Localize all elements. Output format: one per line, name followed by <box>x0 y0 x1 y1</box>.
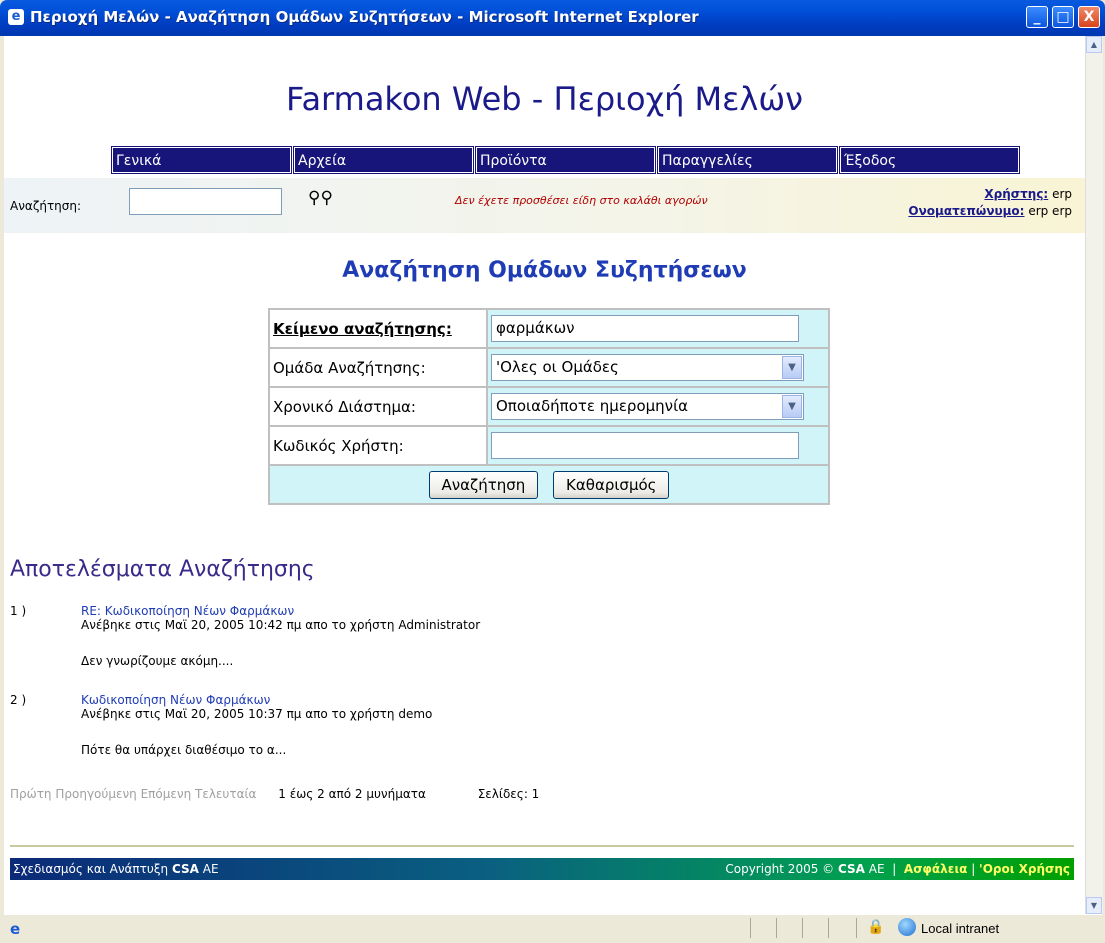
main-nav: Γενικά Αρχεία Προϊόντα Παραγγελίες Έξοδο… <box>111 146 1022 174</box>
user-code-input[interactable] <box>491 432 799 459</box>
site-title: Farmakon Web - Περιοχή Μελών <box>285 80 804 118</box>
nav-item-files[interactable]: Αρχεία <box>293 146 474 174</box>
result-meta: Ανέβηκε στις Μαϊ 20, 2005 10:37 πμ απο τ… <box>81 707 433 721</box>
nav-item-orders[interactable]: Παραγγελίες <box>657 146 838 174</box>
fullname-label[interactable]: Ονοματεπώνυμο: <box>908 204 1024 218</box>
pager-next: Επόμενη <box>140 787 192 801</box>
close-button[interactable]: X <box>1078 6 1100 28</box>
pager: Πρώτη Προηγούμενη Επόμενη Τελευταία 1 έω… <box>10 787 539 801</box>
terms-link[interactable]: 'Οροι Χρήσης <box>979 862 1070 876</box>
search-input[interactable] <box>129 188 282 215</box>
pager-prev: Προηγούμενη <box>55 787 137 801</box>
search-form: Κείμενο αναζήτησης: φαρμάκων Ομάδα Αναζή… <box>268 308 830 505</box>
window-titlebar: e Περιοχή Μελών - Αναζήτηση Ομάδων Συζητ… <box>0 0 1105 36</box>
footer-design: Σχεδιασμός και Ανάπτυξη CSA AE <box>13 862 219 876</box>
search-text-input[interactable]: φαρμάκων <box>491 315 799 342</box>
cart-message: Δεν έχετε προσθέσει είδη στο καλάθι αγορ… <box>455 194 708 207</box>
pager-last: Τελευταία <box>195 787 257 801</box>
ie-icon: e <box>8 9 24 25</box>
pager-count: 1 έως 2 από 2 μυνήματα <box>278 787 426 801</box>
results-title: Αποτελέσματα Αναζήτησης <box>10 557 315 582</box>
form-title: Αναζήτηση Ομάδων Συζητήσεων <box>342 258 747 283</box>
chevron-down-icon[interactable]: ▼ <box>782 356 802 379</box>
scroll-up-icon[interactable]: ▲ <box>1086 36 1102 53</box>
status-separator <box>802 918 803 938</box>
result-number: 2 ) <box>10 693 27 707</box>
vertical-scrollbar[interactable]: ▲ ▼ <box>1085 36 1103 914</box>
group-select[interactable]: 'Ολες οι Ομάδες ▼ <box>491 354 804 381</box>
divider <box>10 845 1074 847</box>
maximize-button[interactable]: □ <box>1052 6 1074 28</box>
lock-icon: 🔒 <box>867 919 885 935</box>
nav-item-products[interactable]: Προϊόντα <box>475 146 656 174</box>
result-snippet: Δεν γνωρίζουμε ακόμη.... <box>81 654 234 668</box>
minimize-button[interactable]: _ <box>1026 6 1048 28</box>
result-meta: Ανέβηκε στις Μαϊ 20, 2005 10:42 πμ απο τ… <box>81 618 481 632</box>
binoculars-icon[interactable]: ⚲⚲ <box>308 188 333 208</box>
user-value: erp <box>1052 187 1072 201</box>
footer: Σχεδιασμός και Ανάπτυξη CSA AE Copyright… <box>10 858 1074 880</box>
period-label: Χρονικό Διάστημα: <box>269 387 487 426</box>
security-zone: Local intranet <box>921 921 1000 936</box>
form-buttons: Αναζήτηση Καθαρισμός <box>269 465 829 504</box>
result-snippet: Πότε θα υπάρχει διαθέσιμο το α... <box>81 743 287 757</box>
page-viewport: Farmakon Web - Περιοχή Μελών Γενικά Αρχε… <box>4 36 1085 914</box>
result-link[interactable]: Κωδικοποίηση Νέων Φαρμάκων <box>81 693 981 707</box>
info-bar: Αναζήτηση: ⚲⚲ Δεν έχετε προσθέσει είδη σ… <box>4 178 1085 233</box>
ie-page-icon: e <box>10 920 21 938</box>
status-separator <box>856 918 857 938</box>
user-label[interactable]: Χρήστης: <box>984 187 1048 201</box>
intranet-icon <box>898 918 916 936</box>
security-link[interactable]: Ασφάλεια <box>904 862 967 876</box>
window-title: Περιοχή Μελών - Αναζήτηση Ομάδων Συζητήσ… <box>30 8 699 26</box>
chevron-down-icon[interactable]: ▼ <box>782 395 802 418</box>
status-separator <box>776 918 777 938</box>
clear-button[interactable]: Καθαρισμός <box>553 470 670 499</box>
nav-item-general[interactable]: Γενικά <box>111 146 292 174</box>
fullname-value: erp erp <box>1028 204 1072 218</box>
group-label: Ομάδα Αναζήτησης: <box>269 348 487 387</box>
period-select-value: Οποιαδήποτε ημερομηνία <box>496 397 689 415</box>
search-label: Αναζήτηση: <box>10 199 82 213</box>
search-text-label: Κείμενο αναζήτησης: <box>269 309 487 348</box>
pager-first: Πρώτη <box>10 787 52 801</box>
result-number: 1 ) <box>10 604 27 618</box>
group-select-value: 'Ολες οι Ομάδες <box>496 358 619 376</box>
period-select[interactable]: Οποιαδήποτε ημερομηνία ▼ <box>491 393 804 420</box>
footer-copyright: Copyright 2005 © CSA AE | Ασφάλεια | 'Ορ… <box>725 862 1070 876</box>
result-link[interactable]: RE: Κωδικοποίηση Νέων Φαρμάκων <box>81 604 981 618</box>
status-separator <box>750 918 751 938</box>
status-bar: e 🔒 Local intranet <box>4 914 1102 942</box>
user-code-label: Κωδικός Χρήστη: <box>269 426 487 465</box>
user-info: Χρήστης: erp Ονοματεπώνυμο: erp erp <box>908 186 1072 220</box>
nav-item-exit[interactable]: Έξοδος <box>839 146 1020 174</box>
search-button[interactable]: Αναζήτηση <box>428 470 539 499</box>
status-separator <box>828 918 829 938</box>
scroll-down-icon[interactable]: ▼ <box>1086 897 1102 914</box>
pager-pages: Σελίδες: 1 <box>477 787 540 801</box>
